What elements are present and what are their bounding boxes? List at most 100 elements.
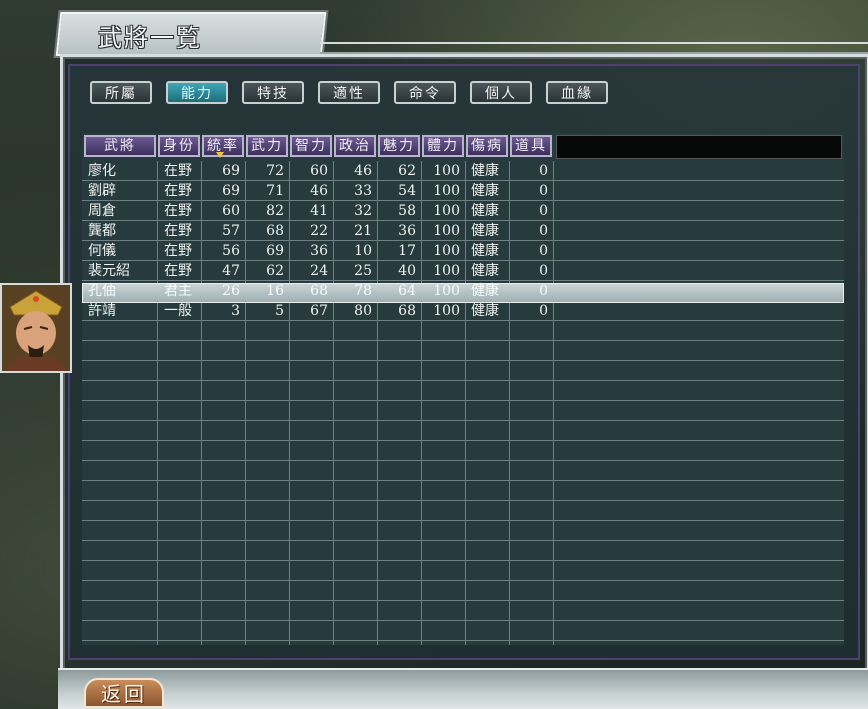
cell-charisma: 58 <box>398 203 416 219</box>
cell-intelligence: 68 <box>310 283 328 299</box>
cell-politics: 78 <box>354 283 372 299</box>
cell-leadership: 26 <box>222 283 240 299</box>
cell-leadership: 3 <box>231 303 240 319</box>
table-row[interactable]: 龔都 在野 57 68 22 21 36 100 健康 0 <box>82 221 844 241</box>
table-row[interactable]: 劉辟 在野 69 71 46 33 54 100 健康 0 <box>82 181 844 201</box>
cell-leadership: 57 <box>222 223 240 239</box>
table-row[interactable]: 孔伷 君主 26 16 68 78 64 100 健康 0 <box>82 281 844 301</box>
grid-row-line <box>82 461 844 481</box>
cell-status: 在野 <box>164 263 192 279</box>
title-rule <box>320 42 868 54</box>
col-header-status[interactable]: 身份 <box>158 135 200 157</box>
cell-charisma: 54 <box>398 183 416 199</box>
cell-war: 62 <box>266 263 284 279</box>
col-header-charisma[interactable]: 魅力 <box>378 135 420 157</box>
cell-politics: 46 <box>354 163 372 179</box>
cell-stamina: 100 <box>433 303 460 319</box>
tab-affiliation[interactable]: 所屬 <box>90 81 152 104</box>
col-header-intelligence[interactable]: 智力 <box>290 135 332 157</box>
cell-injury: 健康 <box>471 243 499 259</box>
cell-charisma: 40 <box>398 263 416 279</box>
cell-injury: 健康 <box>471 283 499 299</box>
table-row[interactable]: 裴元紹 在野 47 62 24 25 40 100 健康 0 <box>82 261 844 281</box>
col-header-injury[interactable]: 傷病 <box>466 135 508 157</box>
cell-officer: 周倉 <box>88 203 116 219</box>
header-empty-area <box>556 135 842 159</box>
cell-leadership: 69 <box>222 183 240 199</box>
cell-status: 一般 <box>164 303 192 319</box>
cell-officer: 何儀 <box>88 243 116 259</box>
cell-injury: 健康 <box>471 163 499 179</box>
cell-intelligence: 36 <box>310 243 328 259</box>
col-header-officer[interactable]: 武將 <box>84 135 156 157</box>
cell-items: 0 <box>539 303 548 319</box>
cell-politics: 33 <box>354 183 372 199</box>
cell-injury: 健康 <box>471 203 499 219</box>
cell-politics: 80 <box>354 303 372 319</box>
cell-stamina: 100 <box>433 263 460 279</box>
cell-officer: 孔伷 <box>88 283 116 299</box>
cell-officer: 裴元紹 <box>88 263 130 279</box>
table-row[interactable]: 周倉 在野 60 82 41 32 58 100 健康 0 <box>82 201 844 221</box>
tab-orders[interactable]: 命令 <box>394 81 456 104</box>
cell-leadership: 60 <box>222 203 240 219</box>
cell-charisma: 62 <box>398 163 416 179</box>
cell-war: 69 <box>266 243 284 259</box>
cell-status: 在野 <box>164 183 192 199</box>
grid-row-line <box>82 381 844 401</box>
grid-row-line <box>82 561 844 581</box>
tab-skills[interactable]: 特技 <box>242 81 304 104</box>
cell-politics: 10 <box>354 243 372 259</box>
cell-items: 0 <box>539 283 548 299</box>
cell-war: 82 <box>266 203 284 219</box>
table-row[interactable]: 何儀 在野 56 69 36 10 17 100 健康 0 <box>82 241 844 261</box>
cell-officer: 龔都 <box>88 223 116 239</box>
general-portrait-icon <box>0 283 72 373</box>
page-title: 武將一覧 <box>98 24 202 52</box>
cell-war: 68 <box>266 223 284 239</box>
table-row[interactable]: 許靖 一般 3 5 67 80 68 100 健康 0 <box>82 301 844 321</box>
cell-items: 0 <box>539 243 548 259</box>
tab-aptitude[interactable]: 適性 <box>318 81 380 104</box>
cell-items: 0 <box>539 163 548 179</box>
cell-injury: 健康 <box>471 183 499 199</box>
tab-bloodline[interactable]: 血緣 <box>546 81 608 104</box>
cell-intelligence: 60 <box>310 163 328 179</box>
grid-row-line <box>82 341 844 361</box>
cell-intelligence: 24 <box>310 263 328 279</box>
col-header-war[interactable]: 武力 <box>246 135 288 157</box>
grid-row-line <box>82 501 844 521</box>
cell-charisma: 36 <box>398 223 416 239</box>
cell-officer: 劉辟 <box>88 183 116 199</box>
cell-war: 16 <box>266 283 284 299</box>
cell-politics: 32 <box>354 203 372 219</box>
back-button[interactable]: 返回 <box>84 678 164 708</box>
cell-charisma: 64 <box>398 283 416 299</box>
cell-stamina: 100 <box>433 183 460 199</box>
cell-charisma: 17 <box>398 243 416 259</box>
tab-abilities[interactable]: 能力 <box>166 81 228 104</box>
grid-row-line <box>82 481 844 501</box>
cell-status: 在野 <box>164 163 192 179</box>
cell-intelligence: 46 <box>310 183 328 199</box>
cell-stamina: 100 <box>433 223 460 239</box>
cell-politics: 21 <box>354 223 372 239</box>
cell-items: 0 <box>539 183 548 199</box>
cell-stamina: 100 <box>433 283 460 299</box>
cell-leadership: 47 <box>222 263 240 279</box>
cell-injury: 健康 <box>471 263 499 279</box>
grid-row-line <box>82 521 844 541</box>
col-header-stamina[interactable]: 體力 <box>422 135 464 157</box>
tab-personal[interactable]: 個人 <box>470 81 532 104</box>
cell-war: 72 <box>266 163 284 179</box>
cell-items: 0 <box>539 203 548 219</box>
col-header-items[interactable]: 道具 <box>510 135 552 157</box>
cell-officer: 廖化 <box>88 163 116 179</box>
grid-row-line <box>82 541 844 561</box>
col-header-politics[interactable]: 政治 <box>334 135 376 157</box>
grid-row-line <box>82 621 844 641</box>
cell-items: 0 <box>539 263 548 279</box>
footer-band <box>58 668 868 709</box>
cell-items: 0 <box>539 223 548 239</box>
table-row[interactable]: 廖化 在野 69 72 60 46 62 100 健康 0 <box>82 161 844 181</box>
